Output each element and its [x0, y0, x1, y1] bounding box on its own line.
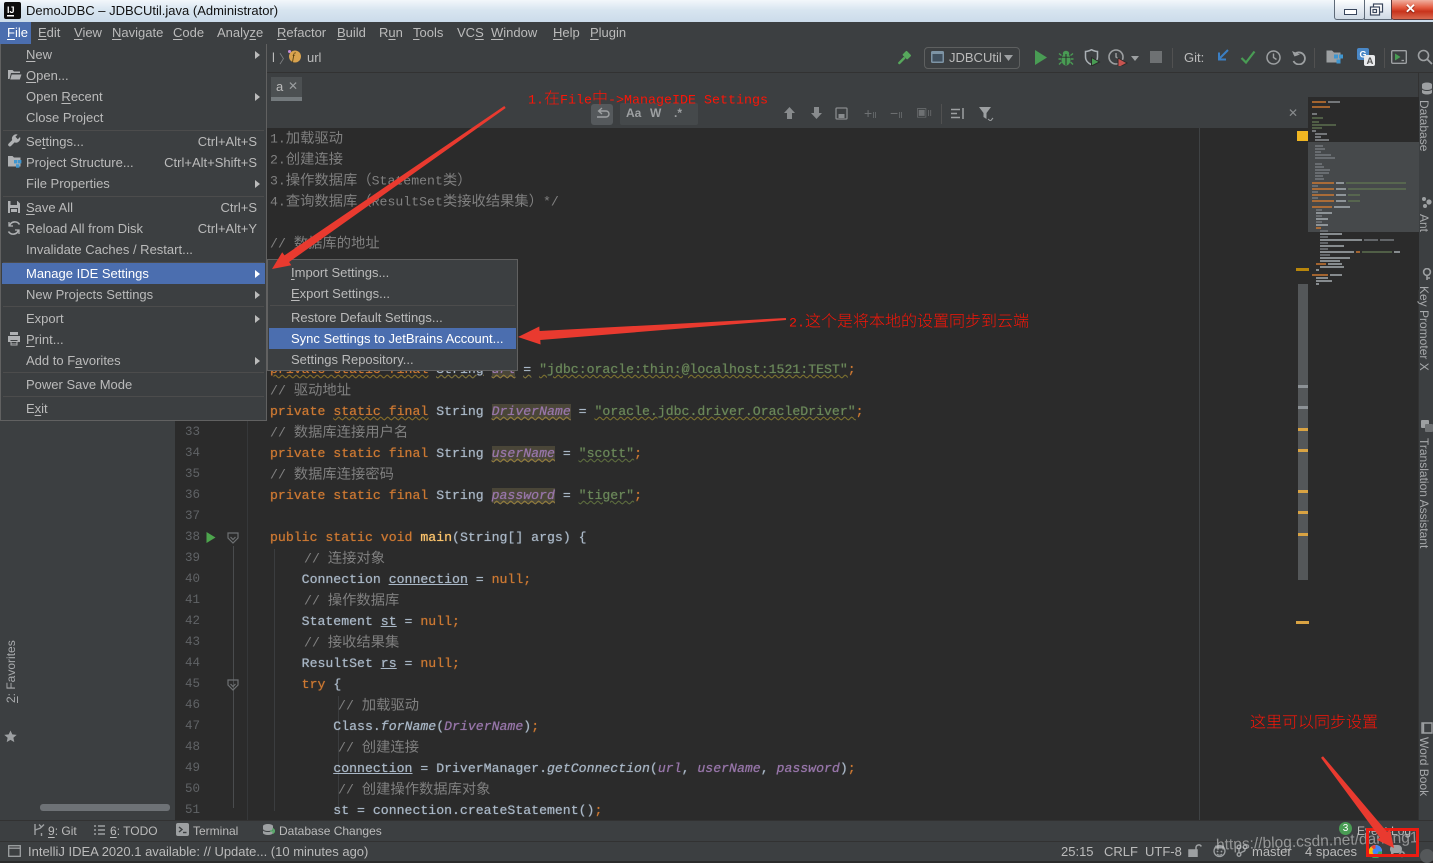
svg-text:ResultSet: ResultSet — [372, 195, 443, 210]
svg-text:A: A — [1367, 56, 1374, 66]
svg-text:3.: 3. — [270, 174, 286, 189]
svg-text://: // — [338, 741, 362, 756]
svg-text://: // — [270, 237, 294, 252]
svg-text://: // — [304, 636, 328, 651]
svg-text:2.: 2. — [270, 153, 286, 168]
svg-text:->ManageIDE Settings: ->ManageIDE Settings — [608, 94, 768, 109]
svg-text:*/: */ — [543, 195, 559, 210]
svg-text://: // — [270, 426, 294, 441]
svg-text:IJ: IJ — [7, 5, 15, 15]
svg-text://: // — [270, 384, 294, 399]
svg-text://: // — [304, 552, 328, 567]
svg-text:1.: 1. — [528, 94, 544, 109]
svg-text:File: File — [560, 94, 592, 109]
svg-text:2.: 2. — [789, 317, 805, 332]
svg-text:4.: 4. — [270, 195, 286, 210]
svg-text://: // — [304, 594, 328, 609]
svg-text:1.: 1. — [270, 132, 286, 147]
svg-text://: // — [338, 783, 362, 798]
svg-text://: // — [270, 468, 294, 483]
svg-text:Statement: Statement — [372, 174, 443, 189]
svg-text://: // — [338, 699, 362, 714]
